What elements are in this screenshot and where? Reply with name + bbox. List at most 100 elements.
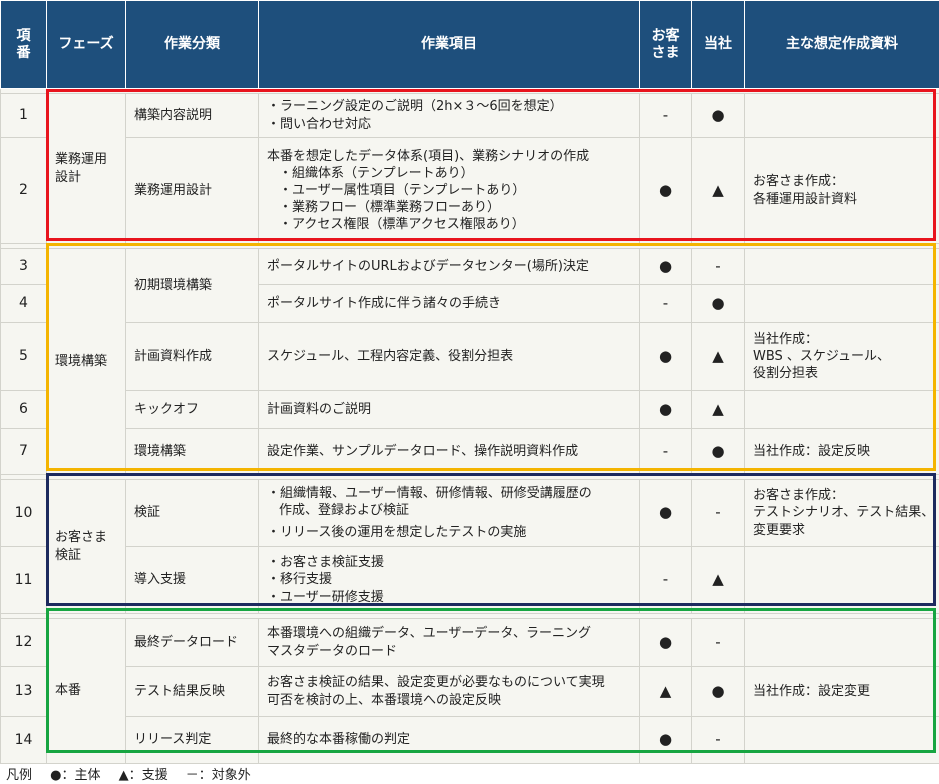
materials-cell: 当社作成：設定変更 [744, 666, 939, 717]
row-number: 6 [0, 390, 47, 429]
table-row: 3 環境構築 初期環境構築 ポータルサイトのURLおよびデータセンター(場所)決… [0, 248, 939, 475]
items-cell: ・お客さま検証支援 ・移行支援 ・ユーザー研修支援 [258, 546, 640, 614]
items-cell: ・ラーニング設定のご説明（2h×３～6回を想定） ・問い合わせ対応 [258, 93, 640, 138]
header-materials: 主な想定作成資料 [744, 0, 939, 89]
row-number: 7 [0, 428, 47, 475]
materials-cell [744, 248, 939, 285]
materials-cell: お客さま作成： テストシナリオ、テスト結果、 変更要求 [744, 479, 939, 547]
items-cell: ポータルサイトのURLおよびデータセンター(場所)決定 [258, 248, 640, 285]
customer-mark: ● [639, 248, 692, 285]
materials-cell [744, 618, 939, 667]
header-company: 当社 [691, 0, 745, 89]
items-cell: スケジュール、工程内容定義、役割分担表 [258, 322, 640, 391]
company-mark: ● [691, 428, 745, 475]
materials-cell: お客さま作成： 各種運用設計資料 [744, 137, 939, 244]
category-cell: 導入支援 [125, 546, 259, 614]
items-cell: 設定作業、サンプルデータロード、操作説明資料作成 [258, 428, 640, 475]
items-cell: ポータルサイト作成に伴う諸々の手続き [258, 284, 640, 323]
company-mark: - [691, 618, 745, 667]
company-mark: ● [691, 93, 745, 138]
header-row: 項 番 フェーズ 作業分類 作業項目 お客 さま 当社 主な想定作成資料 [0, 0, 939, 89]
table-row: 7 環境構築 設定作業、サンプルデータロード、操作説明資料作成 - ● 当社作成… [0, 428, 939, 475]
legend: 凡例 ●：主体 ▲：支援 －：対象外 [6, 764, 265, 783]
category-cell: 業務運用設計 [125, 137, 259, 244]
table-row: 14 リリース判定 最終的な本番稼働の判定 ● - [0, 716, 939, 764]
materials-cell: 当社作成： WBS 、スケジュール、 役割分担表 [744, 322, 939, 391]
company-mark: ▲ [691, 322, 745, 391]
phase-cell: 業務運用 設計 [46, 93, 126, 244]
customer-mark: ● [639, 716, 692, 764]
items-cell: 最終的な本番稼働の判定 [258, 716, 640, 764]
row-number: 12 [0, 618, 47, 667]
customer-mark: ● [639, 618, 692, 667]
company-mark: ● [691, 666, 745, 717]
category-cell: キックオフ [125, 390, 259, 429]
materials-cell [744, 390, 939, 429]
company-mark: - [691, 479, 745, 547]
category-cell: 環境構築 [125, 428, 259, 475]
items-cell: 本番を想定したデータ体系(項目)、業務シナリオの作成 ・組織体系（テンプレートあ… [258, 137, 640, 244]
items-cell: 計画資料のご説明 [258, 390, 640, 429]
category-cell: 検証 [125, 479, 259, 547]
work-plan-table: 項 番 フェーズ 作業分類 作業項目 お客 さま 当社 主な想定作成資料 1 業… [0, 0, 939, 764]
category-cell: 最終データロード [125, 618, 259, 667]
items-cell: 本番環境への組織データ、ユーザーデータ、ラーニング マスタデータのロード [258, 618, 640, 667]
table-row: 11 導入支援 ・お客さま検証支援 ・移行支援 ・ユーザー研修支援 - ▲ [0, 546, 939, 614]
customer-mark: - [639, 93, 692, 138]
row-number: 13 [0, 666, 47, 717]
legend-title: 凡例 [6, 768, 33, 783]
customer-mark: - [639, 284, 692, 323]
header-items: 作業項目 [258, 0, 640, 89]
customer-mark: ● [639, 479, 692, 547]
legend-none: －：対象外 [185, 768, 251, 783]
header-category: 作業分類 [125, 0, 259, 89]
table-row: 10 お客さま 検証 検証 ・組織情報、ユーザー情報、研修情報、研修受講履歴の … [0, 479, 939, 614]
header-customer: お客 さま [639, 0, 692, 89]
table-row: 13 テスト結果反映 お客さま検証の結果、設定変更が必要なものについて実現 可否… [0, 666, 939, 717]
company-mark: ▲ [691, 390, 745, 429]
materials-cell: 当社作成：設定反映 [744, 428, 939, 475]
legend-support: ▲：支援 [118, 768, 168, 783]
legend-main: ●：主体 [50, 768, 101, 783]
phase-cell: 環境構築 [46, 248, 126, 475]
table-row: 12 本番 最終データロード 本番環境への組織データ、ユーザーデータ、ラーニング… [0, 618, 939, 764]
row-number: 10 [0, 479, 47, 547]
category-cell: テスト結果反映 [125, 666, 259, 717]
table-row: 2 業務運用設計 本番を想定したデータ体系(項目)、業務シナリオの作成 ・組織体… [0, 137, 939, 244]
row-number: 4 [0, 284, 47, 323]
header-phase: フェーズ [46, 0, 126, 89]
category-cell: 初期環境構築 [125, 248, 259, 323]
table-row: 5 計画資料作成 スケジュール、工程内容定義、役割分担表 ● ▲ 当社作成： W… [0, 322, 939, 391]
header-no: 項 番 [0, 0, 47, 89]
customer-mark: ● [639, 390, 692, 429]
materials-cell [744, 284, 939, 323]
category-cell: 計画資料作成 [125, 322, 259, 391]
materials-cell [744, 93, 939, 138]
table-row: 1 業務運用 設計 構築内容説明 ・ラーニング設定のご説明（2h×３～6回を想定… [0, 93, 939, 244]
category-cell: 構築内容説明 [125, 93, 259, 138]
phase-cell: お客さま 検証 [46, 479, 126, 614]
row-number: 1 [0, 93, 47, 138]
customer-mark: - [639, 546, 692, 614]
company-mark: ● [691, 284, 745, 323]
company-mark: - [691, 716, 745, 764]
row-number: 2 [0, 137, 47, 244]
materials-cell [744, 716, 939, 764]
category-cell: リリース判定 [125, 716, 259, 764]
customer-mark: ● [639, 322, 692, 391]
row-number: 11 [0, 546, 47, 614]
row-number: 3 [0, 248, 47, 285]
phase-cell: 本番 [46, 618, 126, 764]
company-mark: ▲ [691, 546, 745, 614]
items-cell: ・組織情報、ユーザー情報、研修情報、研修受講履歴の 作成、登録および検証 ・リリ… [258, 479, 640, 547]
customer-mark: ▲ [639, 666, 692, 717]
table-row: 6 キックオフ 計画資料のご説明 ● ▲ [0, 390, 939, 429]
materials-cell [744, 546, 939, 614]
items-cell: お客さま検証の結果、設定変更が必要なものについて実現 可否を検討の上、本番環境へ… [258, 666, 640, 717]
customer-mark: - [639, 428, 692, 475]
company-mark: ▲ [691, 137, 745, 244]
company-mark: - [691, 248, 745, 285]
row-number: 5 [0, 322, 47, 391]
row-number: 14 [0, 716, 47, 764]
customer-mark: ● [639, 137, 692, 244]
